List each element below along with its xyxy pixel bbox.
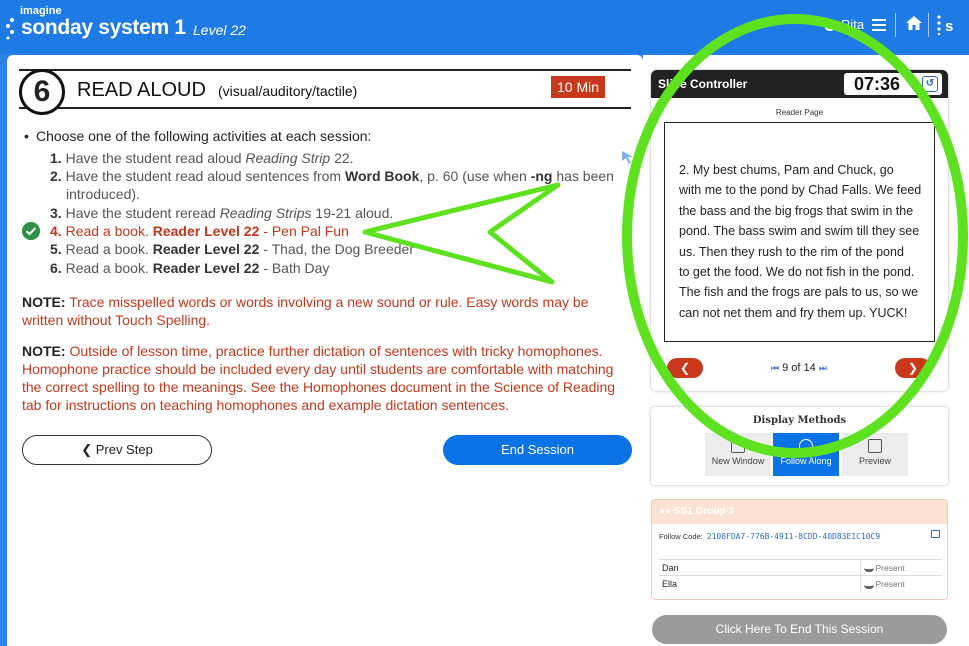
follow-code-row: Follow Code: 2108FDA7-776B-4911-8CDD-40D8… bbox=[659, 532, 881, 541]
sonday-logo-icon bbox=[6, 18, 14, 40]
chevron-left-icon: ❮ bbox=[81, 442, 93, 457]
activity-item: 2. Have the student read aloud sentences… bbox=[50, 168, 614, 184]
time-badge: 10 Min bbox=[551, 76, 606, 98]
activity-item-continued: introduced). bbox=[66, 186, 140, 202]
step-number: 6 bbox=[19, 69, 65, 115]
lesson-step-panel: 6 READ ALOUD (visual/auditory/tactile) 1… bbox=[7, 55, 643, 646]
step-header: 6 READ ALOUD (visual/auditory/tactile) 1… bbox=[19, 69, 631, 115]
slide-controller-header: Slide Controller 07:36 ↺ bbox=[651, 70, 948, 98]
student-name: Ella bbox=[659, 575, 860, 592]
brand-name[interactable]: sonday system 1 bbox=[21, 16, 186, 40]
prev-step-button[interactable]: ❮ Prev Step bbox=[22, 435, 212, 465]
activities-header: Choose one of the following activities a… bbox=[24, 128, 371, 144]
activity-item-selected[interactable]: 4. Read a book. Reader Level 22 - Pen Pa… bbox=[50, 222, 630, 240]
slide-pager: ⏮ 9 of 14 ⏭ bbox=[771, 362, 827, 374]
group-header: ●● SS1 Group 3 bbox=[652, 500, 947, 524]
group-name: SS1 Group 3 bbox=[673, 506, 734, 517]
student-table: Dan Present Ella Present bbox=[659, 559, 942, 592]
s-logo-icon[interactable]: s bbox=[936, 14, 960, 36]
user-ring-icon bbox=[824, 18, 836, 31]
user-name: Rita bbox=[841, 17, 865, 32]
home-icon[interactable] bbox=[905, 15, 923, 31]
group-card: ●● SS1 Group 3 Follow Code: 2108FDA7-776B… bbox=[651, 499, 948, 600]
group-icon: ●● bbox=[659, 506, 672, 517]
check-circle-icon bbox=[22, 222, 40, 240]
print-icon[interactable] bbox=[931, 530, 940, 538]
table-row: Ella Present bbox=[659, 575, 942, 592]
follow-along-button[interactable]: Follow Along bbox=[773, 433, 839, 476]
display-methods-title: Display Methods bbox=[752, 415, 847, 426]
end-this-session-button[interactable]: Click Here To End This Session bbox=[652, 615, 947, 644]
present-toggle[interactable]: Present bbox=[859, 575, 942, 592]
top-bar: imagine sonday system 1 Level 22 Rita s bbox=[0, 0, 969, 54]
activity-item[interactable]: 5. Read a book. Reader Level 22 - Thad, … bbox=[50, 240, 630, 258]
present-toggle[interactable]: Present bbox=[859, 559, 942, 576]
next-slide-button[interactable]: ❯ bbox=[895, 358, 931, 378]
display-methods-card: Display Methods New Window Follow Along … bbox=[651, 407, 948, 485]
new-window-button[interactable]: New Window bbox=[705, 433, 771, 476]
follow-code: 2108FDA7-776B-4911-8CDD-40D83E1C10C9 bbox=[706, 532, 881, 541]
divider bbox=[928, 13, 929, 37]
step-subtitle: (visual/auditory/tactile) bbox=[218, 83, 358, 99]
new-window-icon bbox=[731, 439, 745, 453]
reader-text: 2. My best chums, Pam and Chuck, go with… bbox=[679, 163, 922, 320]
preview-icon bbox=[868, 439, 882, 453]
page-indicator: 9 of 14 bbox=[782, 362, 816, 374]
person-check-icon bbox=[863, 564, 874, 573]
note-paragraph: NOTE: Outside of lesson time, practice f… bbox=[22, 343, 616, 413]
person-check-icon bbox=[863, 581, 874, 589]
end-session-button[interactable]: End Session bbox=[443, 435, 632, 465]
first-page-icon[interactable]: ⏮ bbox=[771, 363, 779, 374]
prev-slide-button[interactable]: ❮ bbox=[667, 358, 703, 378]
activity-item: 3. Have the student reread Reading Strip… bbox=[50, 205, 394, 221]
user-menu[interactable]: Rita bbox=[824, 17, 864, 32]
menu-icon[interactable] bbox=[872, 17, 886, 34]
chevron-left-icon: ❮ bbox=[679, 361, 691, 375]
broadcast-icon bbox=[799, 439, 813, 453]
table-row: Dan Present bbox=[659, 559, 942, 576]
slide-controller: Slide Controller 07:36 ↺ Reader Page 2. … bbox=[651, 70, 948, 391]
right-panel: Slide Controller 07:36 ↺ Reader Page 2. … bbox=[643, 55, 969, 646]
preview-button[interactable]: Preview bbox=[842, 433, 908, 476]
level-label: Level 22 bbox=[193, 22, 246, 38]
reset-timer-icon[interactable]: ↺ bbox=[922, 76, 938, 92]
slide-controller-title: Slide Controller bbox=[658, 77, 748, 91]
last-page-icon[interactable]: ⏭ bbox=[819, 363, 827, 374]
session-timer: 07:36 ↺ bbox=[844, 73, 942, 95]
activity-item[interactable]: 6. Read a book. Reader Level 22 - Bath D… bbox=[50, 259, 630, 277]
svg-text:s: s bbox=[945, 18, 953, 35]
chevron-right-icon: ❯ bbox=[907, 361, 919, 375]
step-title: READ ALOUD bbox=[77, 79, 206, 101]
divider bbox=[895, 13, 896, 37]
activity-item: 1. Have the student read aloud Reading S… bbox=[50, 150, 354, 166]
student-name: Dan bbox=[659, 559, 860, 576]
reader-page: 2. My best chums, Pam and Chuck, go with… bbox=[664, 122, 935, 342]
note-paragraph: NOTE: Trace misspelled words or words in… bbox=[22, 294, 589, 328]
reader-page-label: Reader Page bbox=[775, 108, 824, 117]
